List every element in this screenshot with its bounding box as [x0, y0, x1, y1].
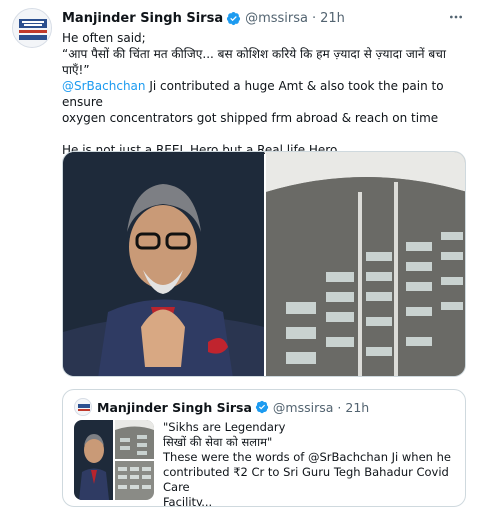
mention-link[interactable]: @SrBachchan	[62, 79, 146, 93]
tweet-line-2: “आप पैसों की चिंता मत कीजिए... बस कोशिश …	[62, 47, 446, 61]
tweet-line-1: He often said;	[62, 31, 146, 45]
tweet[interactable]: Manjinder Singh Sirsa @mssirsa · 21h He …	[0, 0, 479, 512]
quoted-line-5: Facility...	[163, 495, 213, 507]
media-photo-covid-care-facility[interactable]	[266, 152, 465, 376]
quoted-tweet-media	[74, 420, 154, 500]
author-avatar[interactable]	[12, 8, 52, 48]
quoted-author-handle: @mssirsa	[272, 399, 334, 415]
tweet-media[interactable]	[62, 151, 466, 377]
quoted-tweet[interactable]: Manjinder Singh Sirsa @mssirsa · 21h "Si…	[62, 389, 466, 507]
tweet-text: He often said; “आप पैसों की चिंता मत कीज…	[62, 30, 466, 158]
media-photo-portrait[interactable]	[63, 152, 264, 376]
quoted-line-4: contributed ₹2 Cr to Sri Guru Tegh Bahad…	[163, 465, 449, 494]
quoted-media-portrait	[74, 420, 113, 500]
verified-badge-icon	[226, 11, 241, 26]
quoted-tweet-header: Manjinder Singh Sirsa @mssirsa · 21h	[74, 398, 369, 416]
avatar-image	[13, 9, 51, 47]
separator: ·	[337, 399, 342, 415]
tweet-line-3: पाएँ!”	[62, 63, 90, 77]
tweet-line-5: oxygen concentrators got shipped frm abr…	[62, 111, 439, 125]
tweet-timestamp[interactable]: 21h	[320, 11, 345, 26]
quoted-tweet-timestamp: 21h	[345, 399, 370, 415]
verified-badge-icon	[255, 400, 269, 414]
author-name[interactable]: Manjinder Singh Sirsa	[62, 11, 223, 26]
tweet-header: Manjinder Singh Sirsa @mssirsa · 21h	[62, 8, 467, 28]
more-options-icon[interactable]	[445, 6, 467, 28]
quoted-line-3: These were the words of @SrBachchan Ji w…	[163, 450, 451, 464]
author-handle[interactable]: @mssirsa	[245, 11, 308, 26]
quoted-media-facility-1	[115, 420, 154, 459]
quoted-author-name: Manjinder Singh Sirsa	[97, 399, 252, 415]
tweet-line-mention: @SrBachchan Ji contributed a huge Amt & …	[62, 78, 466, 110]
separator: ·	[312, 10, 317, 26]
quoted-author-avatar	[74, 398, 92, 416]
quoted-line-1: "Sikhs are Legendary	[163, 420, 286, 434]
quoted-tweet-text: "Sikhs are Legendary सिखों की सेवा को सल…	[163, 420, 461, 507]
quoted-line-2: सिखों की सेवा को सलाम"	[163, 435, 273, 449]
quoted-media-facility-2	[115, 461, 154, 500]
